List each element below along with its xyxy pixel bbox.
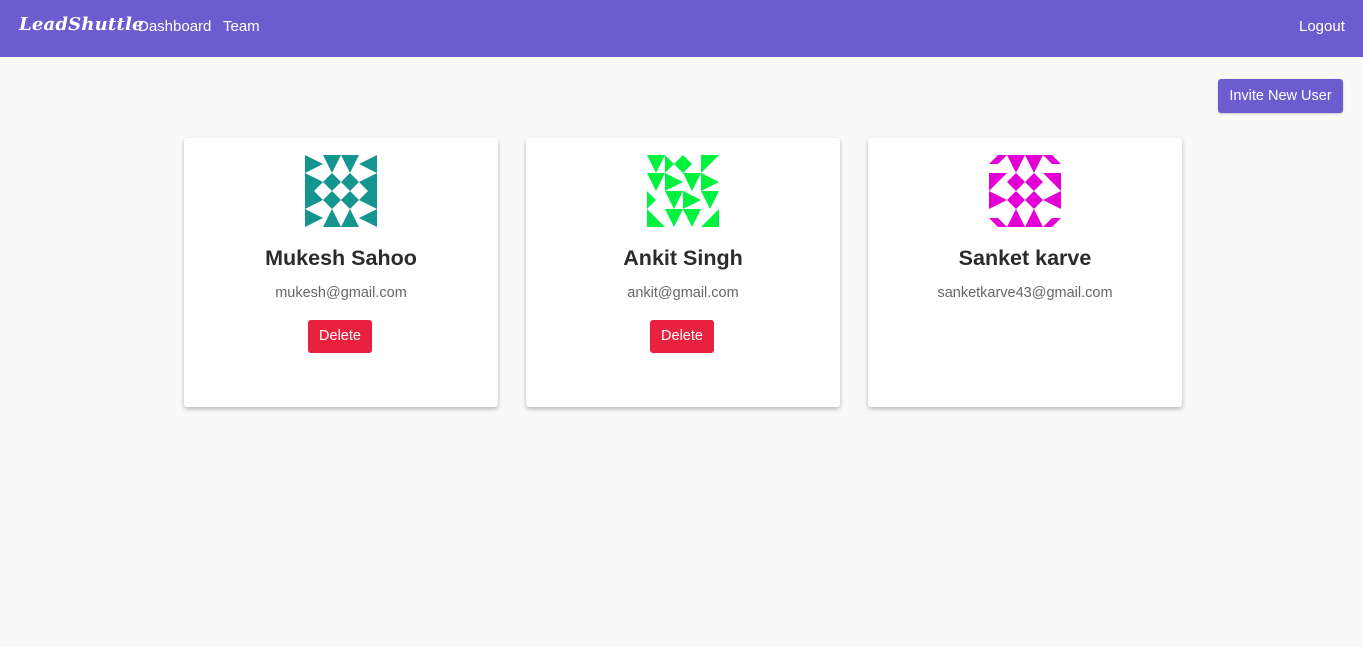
member-email: ankit@gmail.com [627,285,739,301]
brand-logo[interactable]: LeadShuttle [19,14,144,35]
invite-new-user-button[interactable]: Invite New User [1218,79,1343,113]
member-name: Mukesh Sahoo [265,246,417,270]
top-navbar: LeadShuttle Dashboard Team Logout [0,0,1363,57]
member-email: sanketkarve43@gmail.com [937,285,1113,301]
member-name: Ankit Singh [623,246,743,270]
identicon-avatar [989,155,1061,227]
logout-link[interactable]: Logout [1299,18,1345,35]
member-name: Sanket karve [958,246,1092,270]
delete-button[interactable]: Delete [650,320,714,353]
delete-button[interactable]: Delete [308,320,372,353]
identicon-avatar [305,155,377,227]
member-email: mukesh@gmail.com [275,285,407,301]
nav-link-dashboard[interactable]: Dashboard [138,18,211,35]
team-member-card: Ankit Singh ankit@gmail.com Delete [526,138,840,407]
identicon-avatar [647,155,719,227]
team-member-card: Sanket karve sanketkarve43@gmail.com [868,138,1182,407]
team-member-card: Mukesh Sahoo mukesh@gmail.com Delete [184,138,498,407]
nav-link-team[interactable]: Team [223,18,260,35]
